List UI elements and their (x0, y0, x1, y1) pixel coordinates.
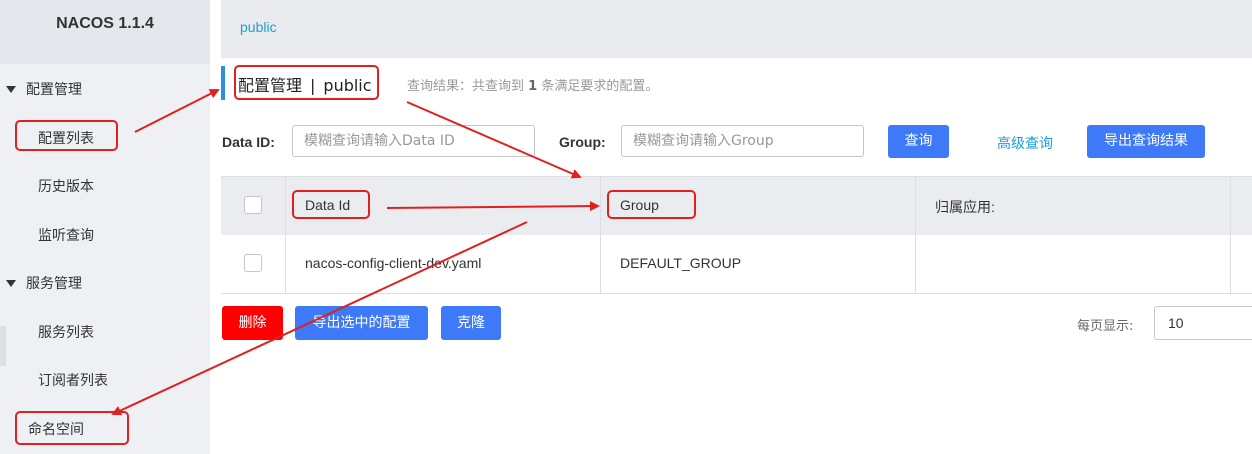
page-size-label: 每页显示: (1077, 319, 1134, 334)
caret-down-icon (6, 279, 16, 287)
annotation-box-namespace (15, 411, 129, 445)
column-divider (915, 177, 916, 294)
sidebar-item-subscribers[interactable]: 订阅者列表 (0, 360, 210, 400)
sidebar-item-service-list[interactable]: 服务列表 (0, 312, 210, 352)
group-input[interactable]: 模糊查询请输入Group (621, 125, 864, 157)
query-button[interactable]: 查询 (888, 125, 949, 158)
sidebar-item-label: 历史版本 (38, 179, 94, 195)
sidebar-item-listener-query[interactable]: 监听查询 (0, 215, 210, 255)
export-query-results-button[interactable]: 导出查询结果 (1087, 125, 1205, 158)
data-id-input[interactable]: 模糊查询请输入Data ID (292, 125, 535, 157)
export-selected-button[interactable]: 导出选中的配置 (295, 306, 428, 340)
nav-group-label: 服务管理 (26, 276, 82, 292)
advanced-query-link[interactable]: 高级查询 (997, 133, 1053, 153)
config-table: Data Id Group 归属应用: nacos-config-client-… (221, 176, 1252, 294)
sidebar-item-label: 订阅者列表 (38, 373, 108, 389)
brand-title: NACOS 1.1.4 (0, 0, 210, 64)
sidebar-item-label: 监听查询 (38, 228, 94, 244)
column-divider (1230, 177, 1231, 294)
query-result-count: 1 (528, 79, 538, 94)
annotation-box-group (607, 190, 696, 219)
query-result-suffix: 条满足要求的配置。 (541, 79, 659, 94)
data-id-label: Data ID: (222, 134, 275, 150)
nav-group-service[interactable]: 服务管理 (0, 263, 210, 303)
annotation-box-config-list (15, 120, 118, 151)
table-header: Data Id Group 归属应用: (221, 177, 1252, 235)
column-header-app[interactable]: 归属应用: (935, 197, 995, 217)
annotation-box-page-title (234, 65, 379, 100)
query-result-text: 查询结果：共查询到 1 条满足要求的配置。 (407, 75, 658, 94)
row-checkbox[interactable] (244, 254, 262, 272)
page-size-select[interactable]: 10 (1154, 306, 1252, 340)
sidebar-item-history[interactable]: 历史版本 (0, 166, 210, 206)
select-all-checkbox[interactable] (244, 196, 262, 214)
clone-button[interactable]: 克隆 (441, 306, 501, 340)
table-row[interactable]: nacos-config-client-dev.yaml DEFAULT_GRO… (221, 235, 1252, 294)
column-divider (600, 177, 601, 294)
delete-button[interactable]: 删除 (222, 306, 283, 340)
namespace-link-public[interactable]: public (240, 19, 277, 35)
group-label: Group: (559, 134, 606, 150)
namespace-bar: public (221, 0, 1252, 58)
caret-down-icon (6, 85, 16, 93)
title-accent-bar (221, 66, 225, 100)
sidebar-item-label: 服务列表 (38, 325, 94, 341)
query-result-prefix: 查询结果：共查询到 (407, 79, 525, 94)
sidebar: NACOS 1.1.4 配置管理 配置列表 历史版本 监听查询 服务管理 服务列… (0, 0, 210, 454)
nav-group-config[interactable]: 配置管理 (0, 69, 210, 109)
column-divider (285, 177, 286, 294)
cell-data-id: nacos-config-client-dev.yaml (305, 255, 482, 271)
nav-group-label: 配置管理 (26, 82, 82, 98)
annotation-box-data-id (292, 190, 370, 219)
cell-group: DEFAULT_GROUP (620, 255, 742, 271)
